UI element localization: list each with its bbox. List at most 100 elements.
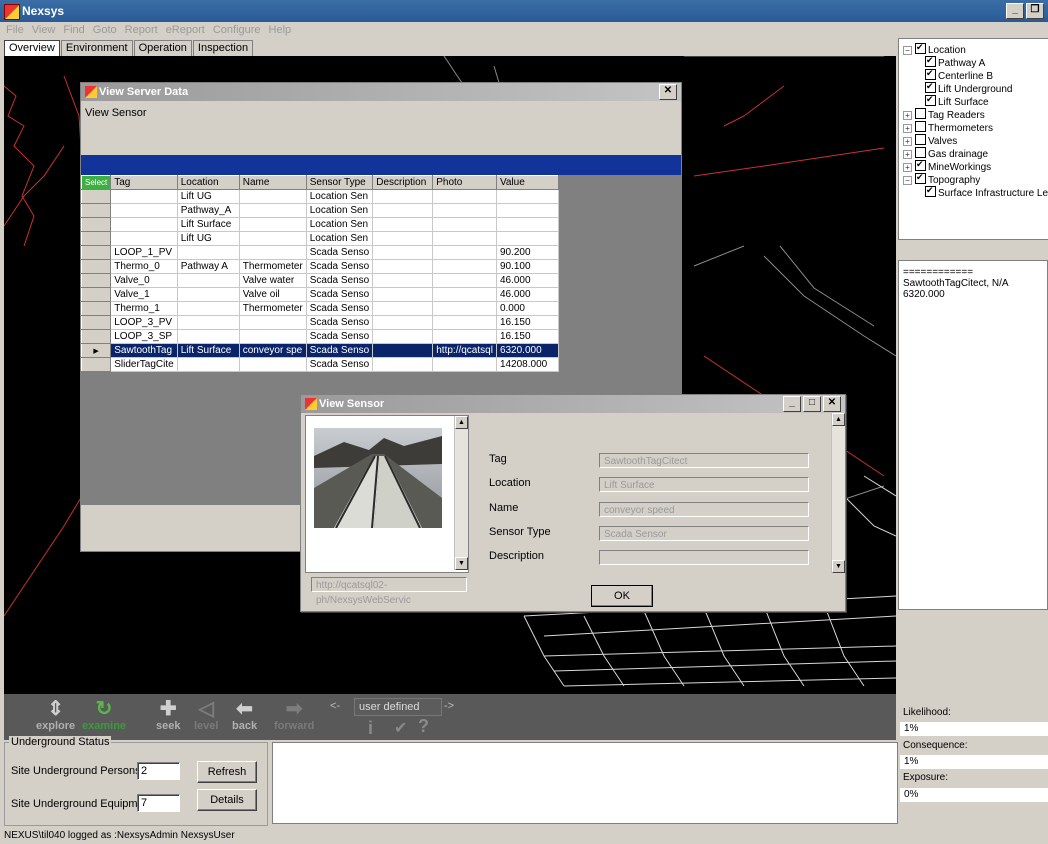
ok-button[interactable]: OK bbox=[591, 585, 653, 607]
collapse-icon[interactable]: − bbox=[903, 46, 912, 55]
row-selector[interactable]: ▶ bbox=[80, 343, 112, 358]
equipment-field[interactable]: 7 bbox=[137, 794, 180, 812]
details-button[interactable]: Details bbox=[197, 789, 257, 811]
table-row[interactable]: SliderTagCite Scada Senso 14208.000 bbox=[80, 357, 559, 372]
tree-node[interactable]: Surface Infrastructure Lea bbox=[925, 185, 1048, 199]
menu-ereport[interactable]: eReport bbox=[166, 24, 205, 36]
minimize-button[interactable]: _ bbox=[1006, 3, 1024, 19]
tree-checkbox[interactable] bbox=[915, 134, 926, 145]
collapse-icon[interactable]: − bbox=[903, 176, 912, 185]
persons-field[interactable]: 2 bbox=[137, 762, 180, 780]
row-selector[interactable] bbox=[80, 273, 112, 288]
menu-help[interactable]: Help bbox=[269, 24, 292, 36]
row-selector[interactable] bbox=[80, 357, 112, 372]
tab-operation[interactable]: Operation bbox=[133, 40, 192, 56]
forward-button[interactable]: ➡ forward bbox=[274, 698, 314, 732]
tab-inspection[interactable]: Inspection bbox=[192, 40, 254, 56]
menu-file[interactable]: File bbox=[6, 24, 24, 36]
tree-checkbox[interactable] bbox=[915, 159, 926, 171]
column-header[interactable]: Photo bbox=[432, 175, 497, 190]
scroll-up-icon[interactable]: ▲ bbox=[832, 413, 845, 426]
row-selector[interactable] bbox=[80, 217, 112, 232]
table-row[interactable]: Thermo_1 Thermometer Scada Senso 0.000 bbox=[80, 301, 559, 316]
menu-configure[interactable]: Configure bbox=[213, 24, 261, 36]
row-selector[interactable] bbox=[80, 203, 112, 218]
table-row[interactable]: ▶ SawtoothTag Lift Surface conveyor spe Scad… bbox=[80, 343, 559, 358]
tree-node[interactable]: + Thermometers bbox=[903, 121, 993, 134]
check-icon[interactable]: ✔ bbox=[394, 718, 407, 738]
tree-checkbox[interactable] bbox=[925, 68, 936, 80]
menu-report[interactable]: Report bbox=[125, 24, 158, 36]
restore-button[interactable]: ❐ bbox=[1026, 3, 1044, 19]
expand-icon[interactable]: + bbox=[903, 111, 912, 120]
maximize-button[interactable]: □ bbox=[803, 396, 821, 412]
expand-icon[interactable]: + bbox=[903, 124, 912, 133]
scroll-down-icon[interactable]: ▼ bbox=[832, 560, 845, 573]
info-icon[interactable]: i bbox=[368, 718, 373, 739]
tree-checkbox[interactable] bbox=[915, 42, 926, 54]
menu-goto[interactable]: Goto bbox=[93, 24, 117, 36]
row-selector[interactable] bbox=[80, 231, 112, 246]
row-selector[interactable] bbox=[80, 301, 112, 316]
scroll-down-icon[interactable]: ▼ bbox=[455, 557, 468, 570]
expand-icon[interactable]: + bbox=[903, 163, 912, 172]
tree-checkbox[interactable] bbox=[915, 172, 926, 184]
prev-mode-button[interactable]: <- bbox=[330, 700, 340, 712]
refresh-button[interactable]: Refresh bbox=[197, 761, 257, 783]
message-area[interactable] bbox=[272, 742, 898, 824]
minimize-button[interactable]: _ bbox=[783, 396, 801, 412]
tree-node[interactable]: + Valves bbox=[903, 134, 957, 147]
row-selector[interactable] bbox=[80, 259, 112, 274]
tab-environment[interactable]: Environment bbox=[60, 40, 133, 56]
table-row[interactable]: Pathway_A Location Sen bbox=[80, 203, 559, 218]
column-header[interactable]: Location bbox=[176, 175, 240, 190]
close-icon[interactable]: ✕ bbox=[659, 84, 677, 100]
table-row[interactable]: Lift UG Location Sen bbox=[80, 231, 559, 246]
table-row[interactable]: Thermo_0 Pathway A Thermometer Scada Senso 9… bbox=[80, 259, 559, 274]
row-selector[interactable] bbox=[80, 329, 112, 344]
tree-node[interactable]: Centerline B bbox=[925, 68, 993, 82]
tree-node[interactable]: Lift Surface bbox=[925, 94, 989, 108]
tree-node[interactable]: Pathway A bbox=[925, 55, 985, 69]
tree-checkbox[interactable] bbox=[925, 55, 936, 67]
column-header[interactable]: Select bbox=[80, 175, 112, 190]
tree-node[interactable]: + Tag Readers bbox=[903, 108, 985, 121]
column-header[interactable]: Name bbox=[238, 175, 307, 190]
level-button[interactable]: ◁ level bbox=[194, 698, 218, 732]
tree-node[interactable]: − Topography bbox=[903, 172, 980, 186]
table-row[interactable]: Valve_1 Valve oil Scada Senso 46.000 bbox=[80, 287, 559, 302]
next-mode-button[interactable]: -> bbox=[444, 700, 454, 712]
tree-checkbox[interactable] bbox=[925, 81, 936, 93]
tree-node[interactable]: Lift Underground bbox=[925, 81, 1013, 95]
tree-checkbox[interactable] bbox=[915, 121, 926, 132]
row-selector[interactable] bbox=[80, 245, 112, 260]
row-selector[interactable] bbox=[80, 315, 112, 330]
photo-scrollbar[interactable]: ▲ ▼ bbox=[454, 416, 468, 570]
table-row[interactable]: Lift UG Location Sen bbox=[80, 189, 559, 204]
row-selector[interactable] bbox=[80, 189, 112, 204]
back-button[interactable]: ⬅ back bbox=[232, 698, 257, 732]
expand-icon[interactable]: + bbox=[903, 137, 912, 146]
table-row[interactable]: LOOP_3_SP Scada Senso 16.150 bbox=[80, 329, 559, 344]
menu-view[interactable]: View bbox=[32, 24, 56, 36]
menu-find[interactable]: Find bbox=[63, 24, 84, 36]
scroll-up-icon[interactable]: ▲ bbox=[455, 416, 468, 429]
table-row[interactable]: Valve_0 Valve water Scada Senso 46.000 bbox=[80, 273, 559, 288]
row-selector[interactable] bbox=[80, 287, 112, 302]
help-icon[interactable]: ? bbox=[418, 716, 429, 737]
column-header[interactable]: Tag bbox=[110, 175, 178, 190]
tree-checkbox[interactable] bbox=[915, 108, 926, 119]
table-row[interactable]: LOOP_1_PV Scada Senso 90.200 bbox=[80, 245, 559, 260]
view-mode-select[interactable]: user defined bbox=[354, 698, 442, 716]
column-header[interactable]: Sensor Type bbox=[305, 175, 374, 190]
form-scrollbar[interactable]: ▲ ▼ bbox=[831, 413, 845, 573]
table-row[interactable]: Lift Surface Location Sen bbox=[80, 217, 559, 232]
tab-overview[interactable]: Overview bbox=[4, 40, 60, 56]
tree-checkbox[interactable] bbox=[925, 185, 936, 197]
seek-button[interactable]: ✚ seek bbox=[156, 698, 180, 732]
examine-button[interactable]: ↻ examine bbox=[82, 698, 126, 732]
column-header[interactable]: Description bbox=[372, 175, 434, 190]
tree-node[interactable]: − Location bbox=[903, 42, 966, 56]
close-icon[interactable]: ✕ bbox=[823, 396, 841, 412]
expand-icon[interactable]: + bbox=[903, 150, 912, 159]
